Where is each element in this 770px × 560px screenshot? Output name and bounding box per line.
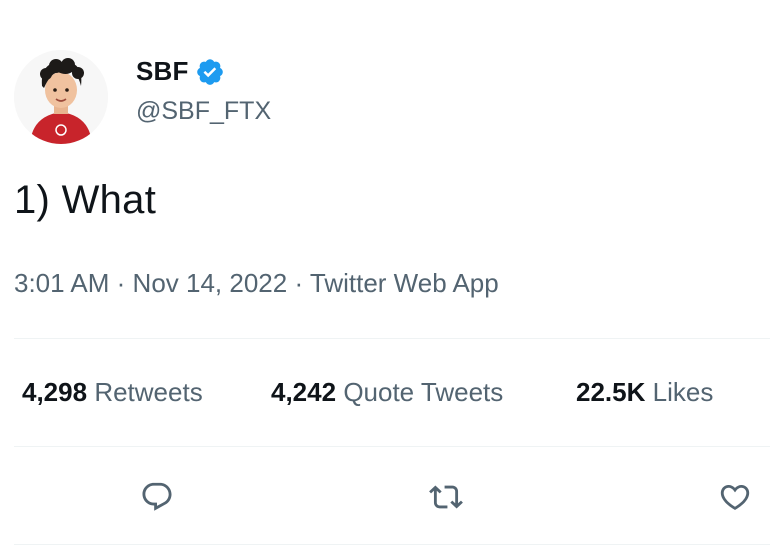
retweets-stat[interactable]: 4,298 Retweets <box>22 377 203 408</box>
tweet-date[interactable]: Nov 14, 2022 <box>133 268 288 298</box>
retweets-label: Retweets <box>94 377 203 407</box>
tweet-source[interactable]: Twitter Web App <box>310 268 499 298</box>
author-name-row: SBF <box>136 56 225 87</box>
quote-tweets-label: Quote Tweets <box>343 377 504 407</box>
meta-separator: · <box>116 268 126 298</box>
reply-icon <box>142 482 172 511</box>
retweets-count: 4,298 <box>22 377 88 407</box>
heart-icon <box>720 484 750 510</box>
tweet: SBF @SBF_FTX 1) What 3:01 AM · Nov 14, 2… <box>0 0 770 560</box>
avatar[interactable] <box>14 50 108 144</box>
tweet-meta: 3:01 AM · Nov 14, 2022 · Twitter Web App <box>14 268 499 299</box>
avatar-image <box>14 50 108 144</box>
divider <box>14 338 770 339</box>
author-handle[interactable]: @SBF_FTX <box>136 97 271 126</box>
retweet-icon <box>429 485 463 509</box>
meta-separator: · <box>294 268 304 298</box>
retweet-button[interactable] <box>425 476 467 518</box>
likes-label: Likes <box>652 377 714 407</box>
tweet-time[interactable]: 3:01 AM <box>14 268 109 298</box>
divider <box>14 544 770 545</box>
display-name[interactable]: SBF <box>136 56 189 87</box>
likes-count: 22.5K <box>576 377 646 407</box>
divider <box>14 446 770 447</box>
like-button[interactable] <box>714 476 756 518</box>
quote-tweets-count: 4,242 <box>271 377 337 407</box>
tweet-text: 1) What <box>14 178 157 222</box>
likes-stat[interactable]: 22.5K Likes <box>576 377 713 408</box>
verified-badge-icon <box>195 57 225 87</box>
quote-tweets-stat[interactable]: 4,242 Quote Tweets <box>271 377 503 408</box>
reply-button[interactable] <box>136 476 178 518</box>
